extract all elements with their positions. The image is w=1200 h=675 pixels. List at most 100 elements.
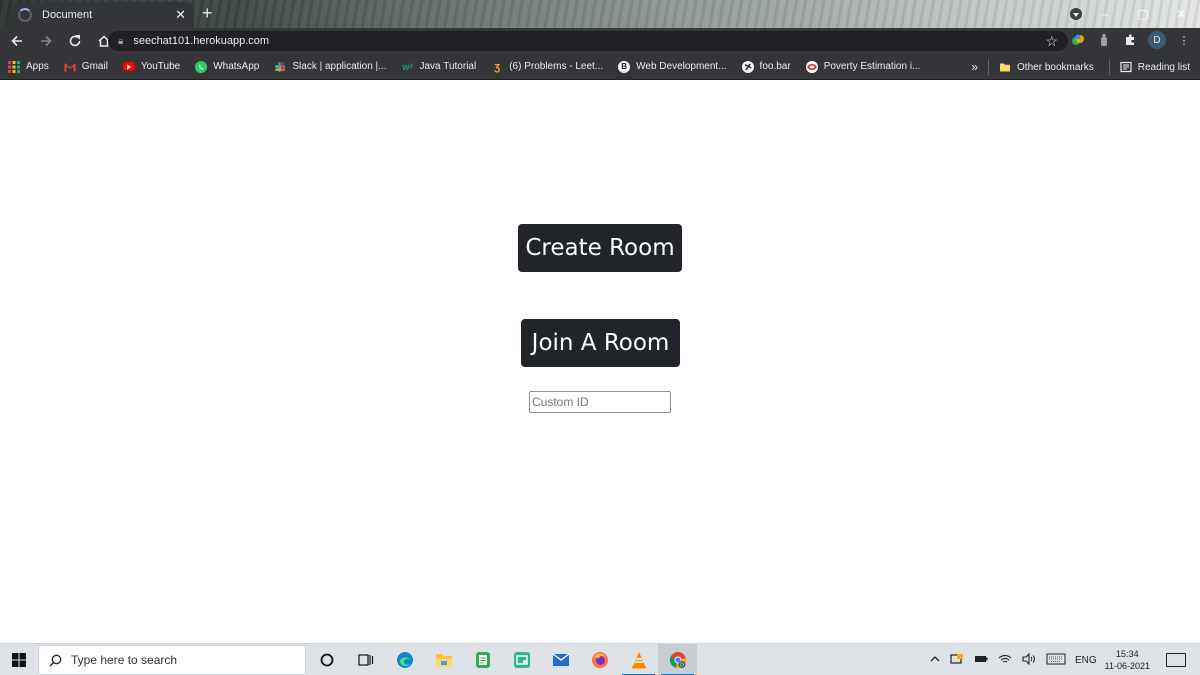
tab-close-icon[interactable]: ✕ [175, 7, 186, 23]
reading-list-icon [1120, 61, 1132, 73]
windows-start-button[interactable] [0, 644, 38, 675]
taskbar-clock[interactable]: 15:34 11-06-2021 [1105, 648, 1150, 672]
bookmark-label: Poverty Estimation i... [823, 61, 921, 72]
cortana-button[interactable] [307, 644, 346, 675]
taskbar-green-app[interactable] [502, 644, 541, 675]
more-bookmarks-chevron-icon[interactable]: » [971, 60, 978, 74]
taskbar-search-box[interactable]: Type here to search [38, 645, 306, 675]
vlc-cone-icon [631, 652, 646, 669]
slack-icon [274, 61, 286, 73]
create-room-button[interactable]: Create Room [518, 224, 682, 272]
meet-now-icon[interactable] [950, 653, 964, 668]
loading-spinner-icon [18, 8, 32, 22]
bookmark-label: Apps [26, 61, 49, 72]
bookmark-label: YouTube [140, 61, 181, 72]
reading-list[interactable]: Reading list [1120, 61, 1190, 73]
taskbar-edge[interactable] [385, 644, 424, 675]
globe-icon [741, 60, 754, 73]
edge-icon [396, 652, 413, 668]
reload-button[interactable] [63, 29, 87, 53]
svg-text:D: D [680, 662, 684, 668]
custom-id-input[interactable] [529, 391, 671, 413]
join-room-button[interactable]: Join A Room [521, 319, 680, 367]
browser-menu-icon[interactable]: ⋮ [1176, 32, 1192, 48]
bookmark-leetcode[interactable]: ʒ (6) Problems - Leet... [491, 61, 603, 73]
extensions-puzzle-icon[interactable] [1122, 32, 1138, 48]
bookmark-poverty-estimation[interactable]: Poverty Estimation i... [805, 60, 921, 73]
bookmark-gmail[interactable]: Gmail [64, 61, 108, 73]
page-content: Create Room Join A Room [0, 80, 1200, 643]
other-bookmarks-label: Other bookmarks [1017, 61, 1094, 73]
window-controls: – ▢ ✕ [1086, 0, 1200, 28]
folder-icon [999, 61, 1011, 73]
task-view-icon [357, 654, 373, 666]
taskbar-chrome[interactable]: D [658, 644, 697, 675]
forward-button[interactable] [34, 29, 58, 53]
system-tray: ENG 15:34 11-06-2021 [925, 644, 1200, 675]
minimize-icon[interactable]: – [1086, 0, 1124, 28]
bookmark-java-tutorial[interactable]: w3 Java Tutorial [402, 61, 476, 73]
maximize-icon[interactable]: ▢ [1124, 0, 1162, 28]
mail-icon [552, 653, 569, 666]
extension-color-icon[interactable] [1070, 32, 1086, 48]
whatsapp-icon [195, 60, 208, 73]
bookmark-web-development[interactable]: B Web Development... [618, 60, 727, 73]
taskbar-apps: D [307, 644, 697, 675]
w3schools-icon: w3 [402, 61, 413, 72]
bookmark-label: Gmail [81, 61, 108, 72]
web-dev-icon: B [618, 60, 631, 73]
bookmark-label: WhatsApp [213, 61, 260, 72]
taskbar-vlc[interactable] [619, 644, 658, 675]
reading-list-label: Reading list [1137, 61, 1190, 73]
profile-avatar[interactable]: D [1148, 31, 1166, 49]
browser-tab-strip: Document ✕ + – ▢ ✕ [0, 0, 1200, 28]
lock-icon[interactable]: 🔒︎ [118, 36, 123, 47]
input-language[interactable]: ENG [1075, 655, 1097, 666]
keyboard-icon[interactable] [1046, 653, 1066, 668]
bookmark-label: Slack | application |... [292, 61, 387, 72]
bookmark-label: (6) Problems - Leet... [509, 61, 604, 72]
bookmarks-divider [988, 59, 990, 75]
tab-title: Document [42, 9, 93, 21]
volume-icon[interactable] [1022, 652, 1036, 668]
taskbar-mail[interactable] [541, 644, 580, 675]
windows-taskbar: Type here to search D ENG 15:34 11-06-20… [0, 643, 1200, 675]
show-hidden-icons-chevron-icon[interactable] [930, 654, 940, 666]
bookmark-slack[interactable]: Slack | application |... [274, 61, 387, 73]
address-bar[interactable]: 🔒︎ seechat101.herokuapp.com ☆ [108, 31, 1068, 51]
bookmark-label: Web Development... [636, 61, 727, 72]
search-icon [49, 654, 62, 666]
tab-search-icon[interactable] [1070, 8, 1082, 20]
task-view-button[interactable] [346, 644, 385, 675]
notes-app-icon [475, 652, 490, 668]
bookmark-foo-bar[interactable]: foo.bar [741, 60, 791, 73]
youtube-icon [122, 62, 135, 71]
bookmark-apps[interactable]: Apps [8, 60, 49, 73]
taskbar-file-explorer[interactable] [424, 644, 463, 675]
notification-center-icon[interactable] [1166, 653, 1186, 667]
back-arrow-icon [11, 35, 22, 47]
back-button[interactable] [5, 29, 29, 53]
taskbar-notes-app[interactable] [463, 644, 502, 675]
chrome-icon: D [669, 652, 686, 668]
taskbar-firefox[interactable] [580, 644, 619, 675]
tab-document[interactable]: Document ✕ [10, 2, 194, 28]
extension-bottle-icon[interactable] [1096, 32, 1112, 48]
bookmark-youtube[interactable]: YouTube [122, 61, 181, 72]
battery-icon[interactable] [974, 654, 988, 667]
bookmark-star-icon[interactable]: ☆ [1045, 33, 1058, 50]
file-explorer-icon [435, 654, 452, 667]
extensions-area: D ⋮ [1070, 31, 1192, 49]
gmail-icon [64, 61, 76, 73]
firefox-icon [591, 652, 608, 668]
poverty-site-icon [805, 60, 818, 73]
new-tab-button[interactable]: + [202, 3, 213, 24]
cortana-circle-icon [320, 653, 333, 667]
leetcode-icon: ʒ [494, 60, 501, 73]
screen-app-icon [513, 652, 530, 668]
other-bookmarks[interactable]: Other bookmarks [999, 61, 1094, 73]
reload-icon [69, 35, 81, 47]
close-window-icon[interactable]: ✕ [1162, 0, 1200, 28]
bookmark-whatsapp[interactable]: WhatsApp [195, 60, 260, 73]
wifi-icon[interactable] [998, 653, 1012, 668]
